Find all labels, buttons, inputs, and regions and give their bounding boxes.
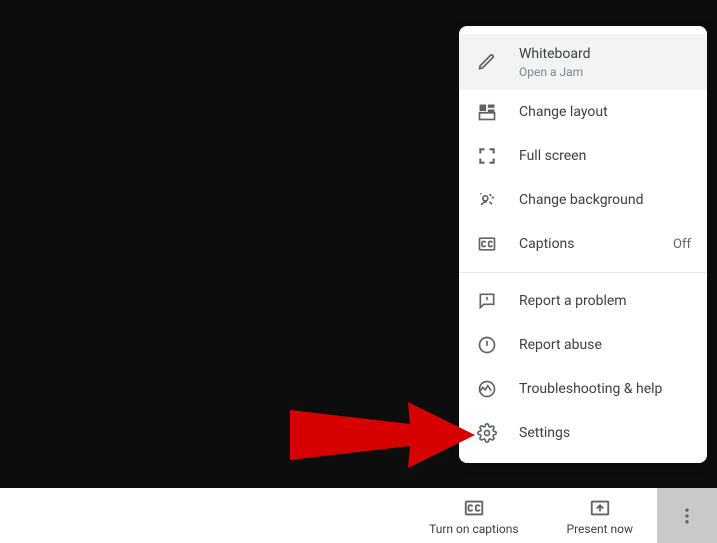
turn-on-captions-button[interactable]: Turn on captions: [405, 488, 542, 543]
menu-item-report-problem[interactable]: Report a problem: [459, 279, 707, 323]
whiteboard-sublabel: Open a Jam: [519, 64, 691, 80]
more-options-button[interactable]: [657, 488, 717, 543]
menu-item-change-layout[interactable]: Change layout: [459, 90, 707, 134]
menu-item-whiteboard[interactable]: Whiteboard Open a Jam: [459, 34, 707, 90]
fullscreen-icon: [475, 144, 499, 168]
report-abuse-label: Report abuse: [519, 335, 691, 355]
change-background-label: Change background: [519, 190, 691, 210]
report-abuse-icon: [475, 333, 499, 357]
menu-item-settings[interactable]: Settings: [459, 411, 707, 455]
whiteboard-label: Whiteboard: [519, 44, 691, 64]
change-layout-label: Change layout: [519, 102, 691, 122]
troubleshoot-icon: [475, 377, 499, 401]
present-now-button[interactable]: Present now: [543, 488, 657, 543]
menu-item-troubleshooting[interactable]: Troubleshooting & help: [459, 367, 707, 411]
present-icon: [588, 496, 612, 520]
menu-divider: [459, 272, 707, 273]
full-screen-label: Full screen: [519, 146, 691, 166]
settings-label: Settings: [519, 423, 691, 443]
report-problem-label: Report a problem: [519, 291, 691, 311]
menu-item-captions[interactable]: Captions Off: [459, 222, 707, 266]
pencil-icon: [475, 50, 499, 74]
captions-status: Off: [673, 237, 691, 252]
menu-item-change-background[interactable]: Change background: [459, 178, 707, 222]
menu-item-report-abuse[interactable]: Report abuse: [459, 323, 707, 367]
gear-icon: [475, 421, 499, 445]
feedback-icon: [475, 289, 499, 313]
background-icon: [475, 188, 499, 212]
options-menu: Whiteboard Open a Jam Change layout Full…: [459, 26, 707, 463]
layout-icon: [475, 100, 499, 124]
captions-label: Captions: [519, 234, 665, 254]
turn-on-captions-label: Turn on captions: [429, 522, 518, 536]
troubleshooting-label: Troubleshooting & help: [519, 379, 691, 399]
menu-item-full-screen[interactable]: Full screen: [459, 134, 707, 178]
cc-icon: [475, 232, 499, 256]
bottom-bar: Turn on captions Present now: [0, 488, 717, 543]
captions-icon: [462, 496, 486, 520]
more-vert-icon: [677, 506, 697, 526]
present-now-label: Present now: [567, 522, 633, 536]
